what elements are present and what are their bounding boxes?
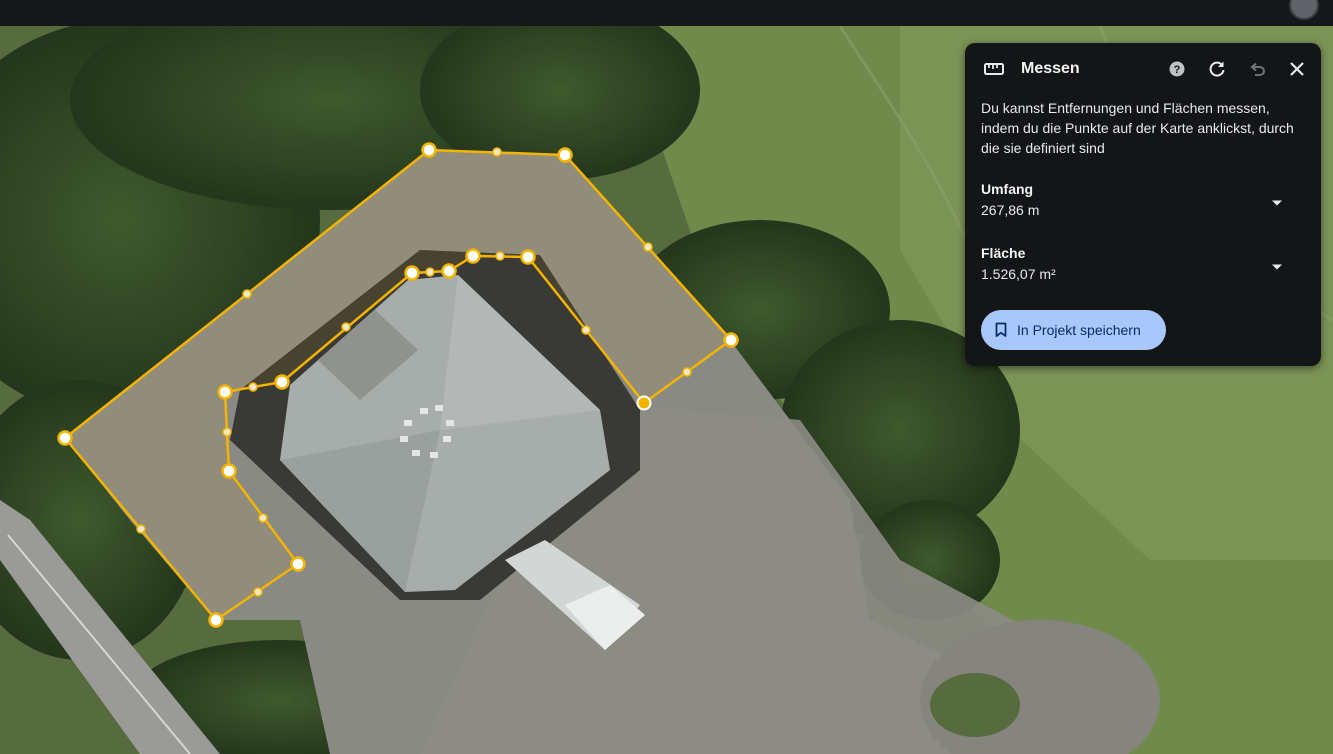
refresh-icon[interactable] [1205,57,1229,81]
roundabout-center [930,673,1020,737]
top-bar [0,0,1333,26]
panel-title: Messen [1021,60,1080,77]
area-value: 1.526,07 m² [981,266,1056,282]
close-icon[interactable] [1285,57,1309,81]
account-avatar[interactable] [1289,0,1319,20]
svg-text:?: ? [1174,64,1181,76]
ruler-icon [983,60,1005,83]
help-icon[interactable]: ? [1165,57,1189,81]
measure-panel: Messen ? Du kannst Entfernungen und Fläc… [965,43,1321,366]
perimeter-value: 267,86 m [981,202,1040,218]
area-dropdown[interactable]: Fläche 1.526,07 m² [981,243,1301,287]
bookmark-icon [995,322,1007,338]
save-to-project-button[interactable]: In Projekt speichern [981,310,1166,350]
undo-icon[interactable] [1245,57,1269,81]
panel-header: Messen ? [965,55,1321,85]
panel-description: Du kannst Entfernungen und Flächen messe… [981,100,1294,156]
dropdown-arrow-icon[interactable] [1271,194,1283,212]
perimeter-dropdown[interactable]: Umfang 267,86 m [981,179,1301,223]
dropdown-arrow-icon[interactable] [1271,258,1283,276]
save-button-label: In Projekt speichern [1017,322,1141,338]
perimeter-label: Umfang [981,181,1034,197]
active-vertex[interactable] [636,395,652,411]
area-label: Fläche [981,245,1026,261]
